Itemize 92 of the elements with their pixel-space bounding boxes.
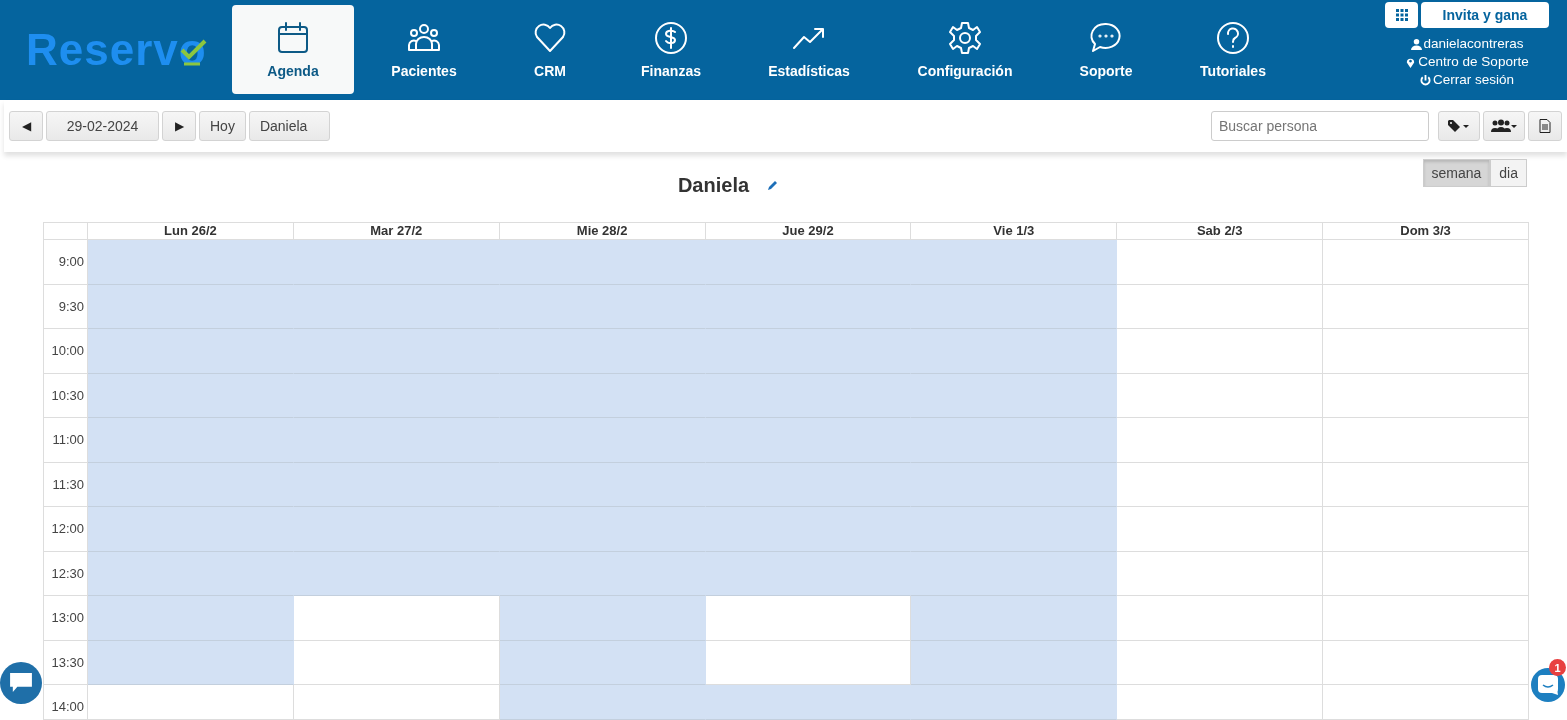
- time-slot[interactable]: [293, 685, 500, 720]
- time-slot[interactable]: [911, 596, 1118, 641]
- time-slot[interactable]: [1117, 685, 1324, 720]
- invite-button[interactable]: Invita y gana: [1421, 2, 1549, 28]
- power-icon: [1420, 74, 1431, 86]
- search-field[interactable]: Buscar persona: [1211, 111, 1429, 141]
- chat-button[interactable]: [0, 662, 42, 704]
- time-slot[interactable]: [88, 551, 294, 596]
- time-slot[interactable]: [911, 329, 1118, 374]
- notification-badge: 1: [1549, 659, 1566, 676]
- nav-tab[interactable]: Pacientes: [354, 5, 494, 94]
- nav-tab[interactable]: Tutoriales: [1164, 5, 1302, 94]
- time-slot[interactable]: [1117, 507, 1324, 552]
- time-slot[interactable]: [88, 685, 294, 720]
- time-slot[interactable]: [1323, 284, 1529, 329]
- time-slot[interactable]: [1323, 551, 1529, 596]
- apps-grid-button[interactable]: [1385, 2, 1418, 28]
- time-slot[interactable]: [1323, 462, 1529, 507]
- nav-tab[interactable]: Finanzas: [606, 5, 736, 94]
- grid-icon: [1395, 9, 1408, 21]
- time-slot[interactable]: [911, 551, 1118, 596]
- time-slot[interactable]: [911, 373, 1118, 418]
- time-slot[interactable]: [1117, 462, 1324, 507]
- report-button[interactable]: [1528, 111, 1562, 141]
- time-slot[interactable]: [1323, 240, 1529, 285]
- time-slot[interactable]: [911, 685, 1118, 720]
- time-slot[interactable]: [88, 329, 294, 374]
- previous-button[interactable]: ◀: [9, 111, 43, 141]
- time-slot[interactable]: [1117, 640, 1324, 685]
- logout-link[interactable]: Cerrar sesión: [1420, 71, 1514, 89]
- nav-tab[interactable]: Soporte: [1048, 5, 1164, 94]
- nav-tab[interactable]: CRM: [494, 5, 606, 94]
- nav-tab[interactable]: Agenda: [232, 5, 354, 94]
- time-slot[interactable]: [88, 373, 294, 418]
- time-slot[interactable]: [499, 685, 706, 720]
- settings-icon: [948, 20, 982, 55]
- dollar-icon: [654, 20, 688, 55]
- speech-bubble-icon: [10, 673, 32, 693]
- time-slot[interactable]: [88, 418, 294, 463]
- time-slot[interactable]: [705, 640, 912, 685]
- time-slot[interactable]: [1117, 418, 1324, 463]
- time-slot[interactable]: [705, 596, 912, 641]
- time-slot[interactable]: [911, 640, 1118, 685]
- time-slot[interactable]: [1323, 329, 1529, 374]
- nav-tab[interactable]: Configuración: [882, 5, 1048, 94]
- time-slot[interactable]: [88, 640, 294, 685]
- next-button[interactable]: ▶: [162, 111, 196, 141]
- edit-icon[interactable]: [767, 179, 780, 191]
- nav-tab[interactable]: Estadísticas: [736, 5, 882, 94]
- time-slot[interactable]: [88, 507, 294, 552]
- time-slot[interactable]: [911, 240, 1118, 285]
- document-icon: [1539, 119, 1551, 133]
- username-link[interactable]: danielacontreras: [1410, 35, 1524, 53]
- chat-bubble-icon: [1089, 20, 1123, 55]
- time-slot[interactable]: [88, 240, 294, 285]
- date-picker[interactable]: 29-02-2024: [46, 111, 159, 141]
- smiley-chat-icon: [1538, 675, 1558, 695]
- time-slot[interactable]: [1323, 507, 1529, 552]
- people-dropdown-icon: [1491, 119, 1517, 133]
- tag-filter-button[interactable]: [1438, 111, 1480, 141]
- time-slot[interactable]: [1117, 329, 1324, 374]
- tag-dropdown-icon: [1448, 120, 1470, 132]
- professional-button[interactable]: Daniela: [248, 111, 330, 141]
- time-slot[interactable]: [1323, 418, 1529, 463]
- time-slot[interactable]: [911, 507, 1118, 552]
- time-slot[interactable]: [1117, 596, 1324, 641]
- time-slot[interactable]: [911, 284, 1118, 329]
- view-toggle[interactable]: semana: [1422, 159, 1491, 187]
- user-icon: [1410, 38, 1422, 50]
- time-slot[interactable]: [293, 596, 500, 641]
- time-slot[interactable]: [88, 462, 294, 507]
- location-pin-icon: [1405, 56, 1417, 68]
- calendar-icon: [276, 20, 310, 55]
- calendar-title: Daniela: [677, 173, 750, 197]
- time-slot[interactable]: [1117, 551, 1324, 596]
- time-slot[interactable]: [911, 418, 1118, 463]
- group-filter-button[interactable]: [1483, 111, 1525, 141]
- time-slot[interactable]: [499, 596, 706, 641]
- time-slot[interactable]: [499, 640, 706, 685]
- time-slot[interactable]: [293, 640, 500, 685]
- time-slot[interactable]: [1117, 284, 1324, 329]
- time-slot[interactable]: [88, 284, 294, 329]
- support-center-link[interactable]: Centro de Soporte: [1405, 53, 1529, 71]
- today-button[interactable]: Hoy: [199, 111, 246, 141]
- view-toggle[interactable]: dia: [1490, 159, 1527, 187]
- time-slot[interactable]: [911, 462, 1118, 507]
- time-slot[interactable]: [1117, 373, 1324, 418]
- time-slot[interactable]: [1117, 240, 1324, 285]
- time-slot[interactable]: [1323, 596, 1529, 641]
- time-slot[interactable]: [88, 596, 294, 641]
- help-icon: [1216, 20, 1250, 55]
- time-slot[interactable]: [1323, 373, 1529, 418]
